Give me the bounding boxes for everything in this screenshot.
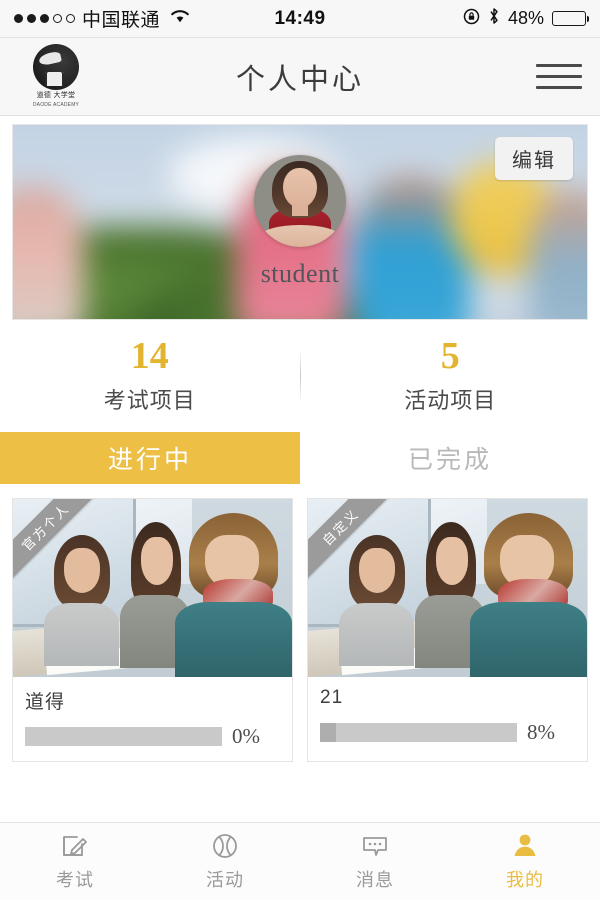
student-figure [338,534,415,667]
hamburger-menu-icon[interactable] [536,64,582,89]
course-card-body: 21 8% [308,677,587,757]
status-bar: 中国联通 14:49 48% [0,0,600,38]
course-card-image: 官方个人 [13,499,292,677]
progress-percent-label: 8% [527,720,555,744]
logo-caption-en: DAODE ACADEMY [32,101,80,108]
progress-bar [25,727,222,746]
academy-logo-icon[interactable]: 道德 大学堂 DAODE ACADEMY [18,44,94,108]
nav-item-messages[interactable]: 消息 [300,823,450,900]
stat-value: 5 [440,335,460,378]
nav-item-activity[interactable]: 活动 [150,823,300,900]
progress-bar-fill [320,723,336,742]
student-figure [43,534,120,667]
course-title: 21 [320,687,344,708]
nav-label: 活动 [206,870,244,890]
progress-percent-label: 0% [232,724,260,748]
profile-banner: 编辑 student [12,124,588,320]
hamburger-bar [536,75,582,78]
exam-pencil-icon [60,831,90,861]
rotation-lock-icon [463,8,480,30]
course-card-list: 官方个人 道得 0% 自定义 21 8% [0,484,600,762]
profile-person-icon [510,831,540,861]
status-bar-right: 48% [463,7,589,30]
battery-percent-label: 48% [507,8,544,28]
course-card[interactable]: 官方个人 道得 0% [12,498,293,762]
bottom-navigation: 考试 活动 消息 我的 [0,822,600,900]
app-header: 道德 大学堂 DAODE ACADEMY 个人中心 [0,38,600,116]
progress-bar [320,723,517,742]
course-title: 道得 [25,692,66,713]
stats-row: 14 考试项目 5 活动项目 [0,320,600,432]
nav-label: 消息 [356,870,394,890]
stat-activity-items[interactable]: 5 活动项目 [301,335,600,415]
logo-emblem-icon [33,44,79,91]
logo-caption-cn: 道德 大学堂 [36,92,76,100]
course-card-image: 自定义 [308,499,587,677]
hamburger-bar [536,86,582,89]
logo-caption: 道德 大学堂 DAODE ACADEMY [33,92,79,108]
nav-item-exam[interactable]: 考试 [0,823,150,900]
username-label: student [260,259,340,288]
progress-row: 0% [25,724,280,749]
avatar-shoulder [261,224,339,247]
nav-label: 我的 [506,870,544,890]
student-figure [174,513,292,677]
filter-tabs: 进行中 已完成 [0,432,600,484]
activity-ball-icon [210,831,240,861]
tab-completed[interactable]: 已完成 [300,432,600,484]
avatar[interactable] [254,155,346,247]
nav-item-profile[interactable]: 我的 [450,823,600,900]
progress-row: 8% [320,720,575,745]
nav-label: 考试 [56,870,94,890]
battery-icon [552,11,589,26]
course-card[interactable]: 自定义 21 8% [307,498,588,762]
student-figure [469,513,587,677]
tab-in-progress[interactable]: 进行中 [0,432,300,484]
stat-label: 考试项目 [103,387,196,413]
stat-label: 活动项目 [404,387,497,413]
course-card-body: 道得 0% [13,677,292,761]
hamburger-bar [536,64,582,67]
edit-profile-button[interactable]: 编辑 [495,137,573,180]
stat-exam-items[interactable]: 14 考试项目 [0,335,300,415]
bluetooth-icon [488,7,500,30]
stat-value: 14 [130,335,169,378]
avatar-face [283,167,317,209]
message-bubble-icon [360,831,390,861]
